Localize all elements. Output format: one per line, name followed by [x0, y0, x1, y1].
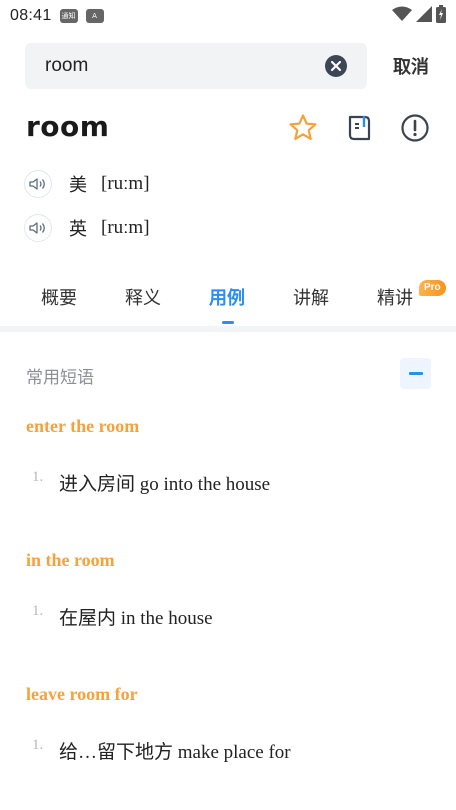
battery-icon — [436, 5, 446, 27]
pronunciation-region: 美 — [69, 175, 87, 196]
search-input[interactable] — [45, 55, 325, 77]
phrase-heading[interactable]: enter the room — [26, 416, 139, 437]
example-number: 1. — [32, 603, 44, 619]
notification-icon: 通知 — [59, 9, 78, 23]
wordbook-icon[interactable] — [343, 112, 375, 144]
tab-examples[interactable]: 用例 — [209, 284, 245, 310]
phonetic-text: [ruːm] — [101, 217, 150, 238]
pronunciation-uk: 英 [ruːm] — [24, 213, 150, 243]
tab-bar: 概要 释义 用例 讲解 精讲 — [0, 276, 456, 328]
example-text[interactable]: 给…留下地方 make place for — [59, 737, 291, 764]
minus-icon — [408, 372, 423, 375]
star-icon[interactable] — [287, 112, 319, 144]
pronunciation-us: 美 [ruːm] — [24, 169, 150, 199]
tab-detailed[interactable]: 精讲 — [377, 284, 413, 310]
pronunciation-region: 英 — [69, 219, 87, 240]
pro-badge: Pro — [419, 280, 446, 296]
speaker-icon[interactable] — [24, 170, 52, 198]
example-text[interactable]: 进入房间 go into the house — [59, 469, 270, 496]
headword: room — [26, 110, 110, 143]
example-number: 1. — [32, 469, 44, 485]
phrase-heading[interactable]: in the room — [26, 550, 115, 571]
clear-icon[interactable] — [325, 55, 347, 77]
tab-indicator — [222, 321, 234, 324]
section-title: 常用短语 — [26, 368, 94, 388]
phonetic-text: [ruːm] — [101, 173, 150, 194]
collapse-button[interactable] — [400, 358, 431, 389]
wifi-icon — [392, 6, 412, 26]
search-row: 取消 — [25, 42, 445, 90]
text-app-icon: A — [85, 9, 104, 23]
section-divider — [0, 326, 456, 332]
cancel-button[interactable]: 取消 — [393, 53, 429, 79]
tab-overview[interactable]: 概要 — [41, 284, 77, 310]
signal-icon — [416, 6, 432, 26]
report-icon[interactable] — [399, 112, 431, 144]
example-text[interactable]: 在屋内 in the house — [59, 603, 213, 630]
example-number: 1. — [32, 737, 44, 753]
tab-explanation[interactable]: 讲解 — [293, 284, 329, 310]
search-box[interactable] — [25, 43, 367, 89]
phrase-heading[interactable]: leave room for — [26, 684, 138, 705]
status-time: 08:41 — [10, 7, 52, 24]
speaker-icon[interactable] — [24, 214, 52, 242]
tab-definitions[interactable]: 释义 — [125, 284, 161, 310]
status-bar: 08:41 通知 A — [0, 0, 456, 32]
